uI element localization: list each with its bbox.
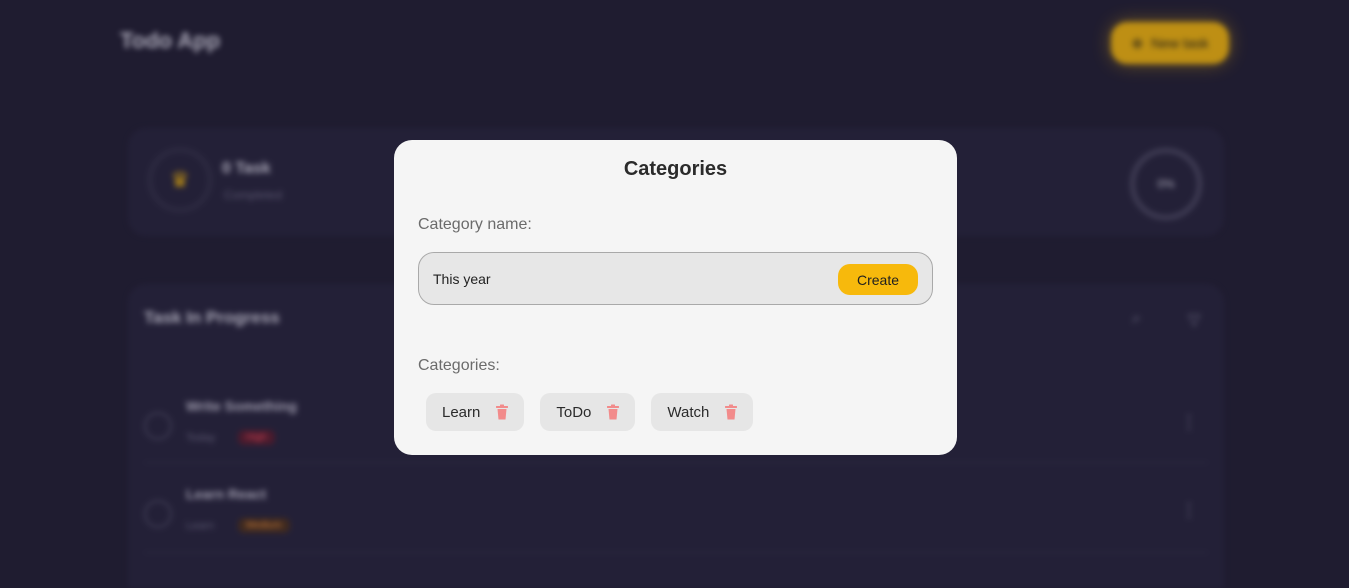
task-name: Write Something [186, 398, 297, 414]
task-name: Learn React [186, 486, 267, 502]
filter-icon[interactable]: ▽ [1188, 310, 1200, 330]
categories-modal: Categories Category name: Create Categor… [394, 140, 957, 455]
modal-title: Categories [623, 158, 728, 180]
task-row[interactable]: Learn React Learn Medium ⋮ [144, 468, 1208, 548]
categories-list: Learn ToDo Watch [426, 393, 754, 431]
plus-icon: ⊕ [1131, 34, 1144, 51]
new-task-label: New task [1151, 35, 1209, 51]
tasks-heading: Task In Progress [144, 308, 280, 327]
task-count: 0 Task [222, 160, 271, 177]
more-options-icon[interactable]: ⋮ [1180, 500, 1198, 521]
category-label: Watch [667, 403, 710, 421]
task-date: Learn [186, 520, 215, 532]
priority-badge: High [238, 430, 275, 445]
category-name-label: Category name: [418, 216, 532, 233]
create-button[interactable]: Create [838, 264, 918, 295]
category-name-input[interactable] [433, 253, 823, 304]
trash-icon[interactable] [494, 404, 510, 420]
priority-badge: Medium [238, 518, 290, 533]
task-checkbox[interactable] [144, 412, 172, 440]
more-options-icon[interactable]: ⋮ [1180, 412, 1198, 433]
trash-icon[interactable] [723, 404, 739, 420]
task-checkbox[interactable] [144, 500, 172, 528]
task-date: Today [186, 432, 216, 444]
new-task-button[interactable]: ⊕ New task [1111, 22, 1229, 64]
search-icon[interactable]: ⌕ [1132, 310, 1141, 328]
category-chip[interactable]: Watch [651, 393, 754, 431]
app-title: Todo App [120, 28, 221, 53]
trophy-icon: ♛ [148, 148, 212, 212]
category-input-wrapper: Create [418, 252, 933, 305]
task-count-subtitle: Completed [224, 188, 283, 202]
category-label: Learn [442, 403, 481, 421]
category-label: ToDo [556, 403, 592, 421]
trash-icon[interactable] [605, 404, 621, 420]
progress-value: 0% [1157, 177, 1175, 191]
divider [144, 552, 1208, 553]
category-chip[interactable]: Learn [426, 393, 525, 431]
category-chip[interactable]: ToDo [540, 393, 636, 431]
categories-list-label: Categories: [418, 357, 500, 374]
progress-ring: 0% [1130, 148, 1202, 220]
divider [144, 462, 1208, 463]
